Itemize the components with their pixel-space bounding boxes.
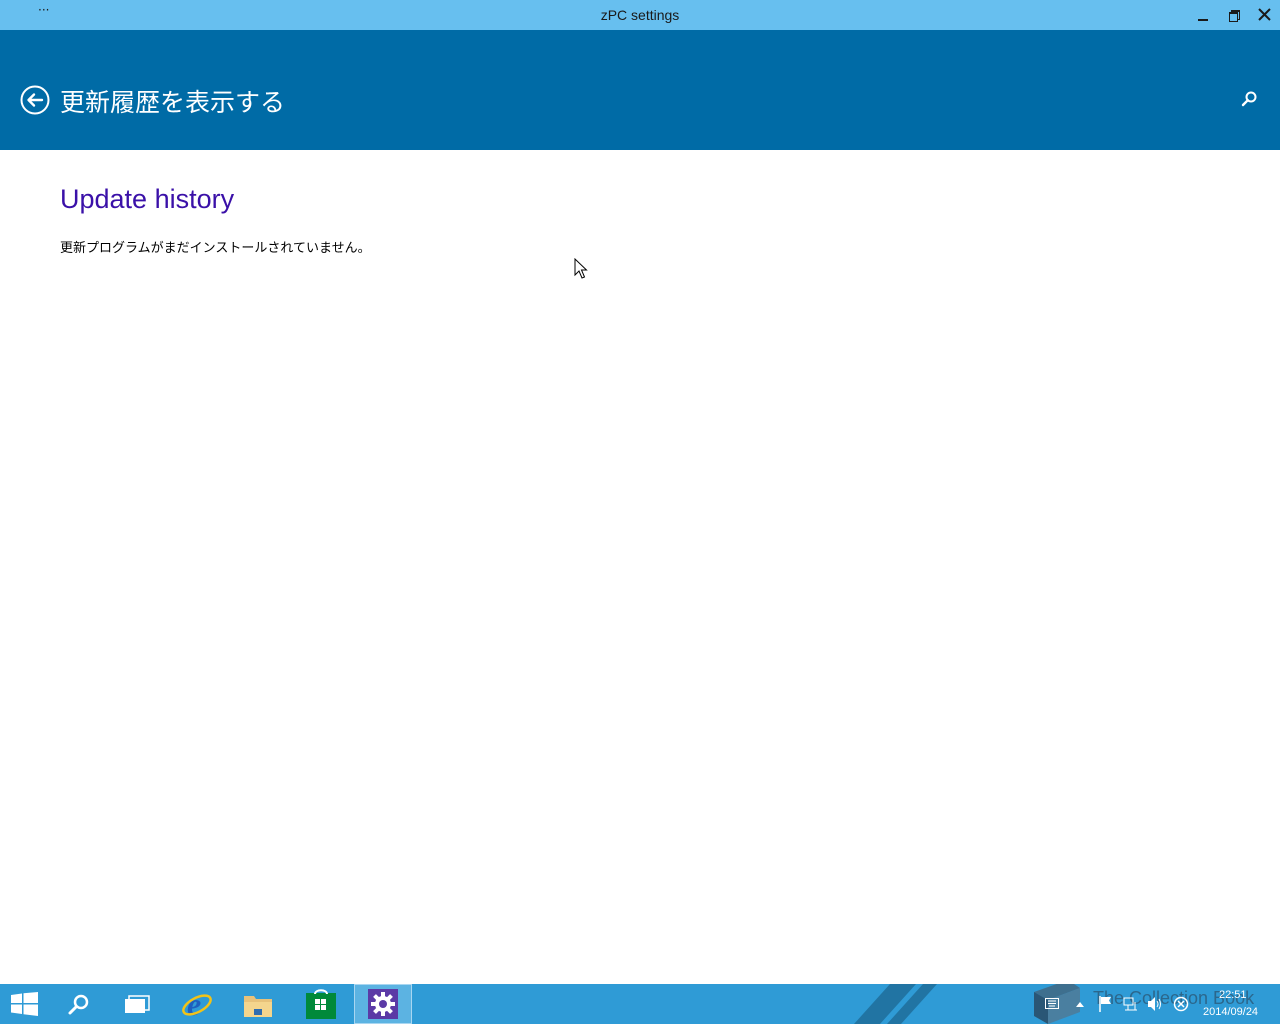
page-header: 更新履歴を表示する xyxy=(0,30,1280,150)
search-icon xyxy=(1241,91,1257,107)
close-button[interactable] xyxy=(1249,0,1280,30)
taskbar-search-button[interactable] xyxy=(52,984,110,1024)
windows-logo-icon xyxy=(11,992,38,1016)
taskbar: e The Collection Book 22:51 2014/09/24 xyxy=(0,984,1280,1024)
start-button[interactable] xyxy=(0,984,58,1024)
search-button[interactable] xyxy=(1240,90,1260,110)
clock-time[interactable]: 22:51 xyxy=(1219,989,1247,1001)
clock-date[interactable]: 2014/09/24 xyxy=(1203,1006,1258,1018)
volume-icon[interactable] xyxy=(1147,996,1163,1012)
no-connection-icon[interactable] xyxy=(1173,996,1189,1012)
section-title: Update history xyxy=(60,184,235,214)
minimize-button[interactable] xyxy=(1187,0,1219,30)
update-status-text: 更新プログラムがまだインストールされていません。 xyxy=(60,241,371,256)
back-arrow-icon xyxy=(20,85,50,115)
page-title: 更新履歴を表示する xyxy=(60,88,286,117)
taskbar-store[interactable] xyxy=(292,984,350,1024)
close-icon xyxy=(1258,8,1271,21)
task-view-icon xyxy=(125,995,150,1013)
network-icon[interactable] xyxy=(1123,996,1139,1012)
svg-text:e: e xyxy=(187,987,201,1021)
action-center-flag-icon[interactable] xyxy=(1099,996,1113,1012)
internet-explorer-icon: e xyxy=(182,987,212,1021)
taskbar-file-explorer[interactable] xyxy=(229,984,287,1024)
title-bar: ··· zPC settings xyxy=(0,0,1280,30)
window-title: zPC settings xyxy=(600,7,680,23)
show-hidden-icons-icon[interactable] xyxy=(1076,1001,1084,1007)
store-icon xyxy=(306,989,336,1019)
restore-button[interactable] xyxy=(1218,0,1250,30)
taskbar-internet-explorer[interactable]: e xyxy=(168,984,226,1024)
mouse-cursor-icon xyxy=(574,258,588,279)
taskbar-pc-settings[interactable] xyxy=(354,984,412,1024)
gear-icon xyxy=(368,989,398,1019)
back-button[interactable] xyxy=(20,85,50,115)
search-icon xyxy=(68,994,89,1015)
keyboard-icon[interactable] xyxy=(1045,998,1059,1009)
task-view-button[interactable] xyxy=(108,984,166,1024)
folder-icon xyxy=(244,996,272,1017)
